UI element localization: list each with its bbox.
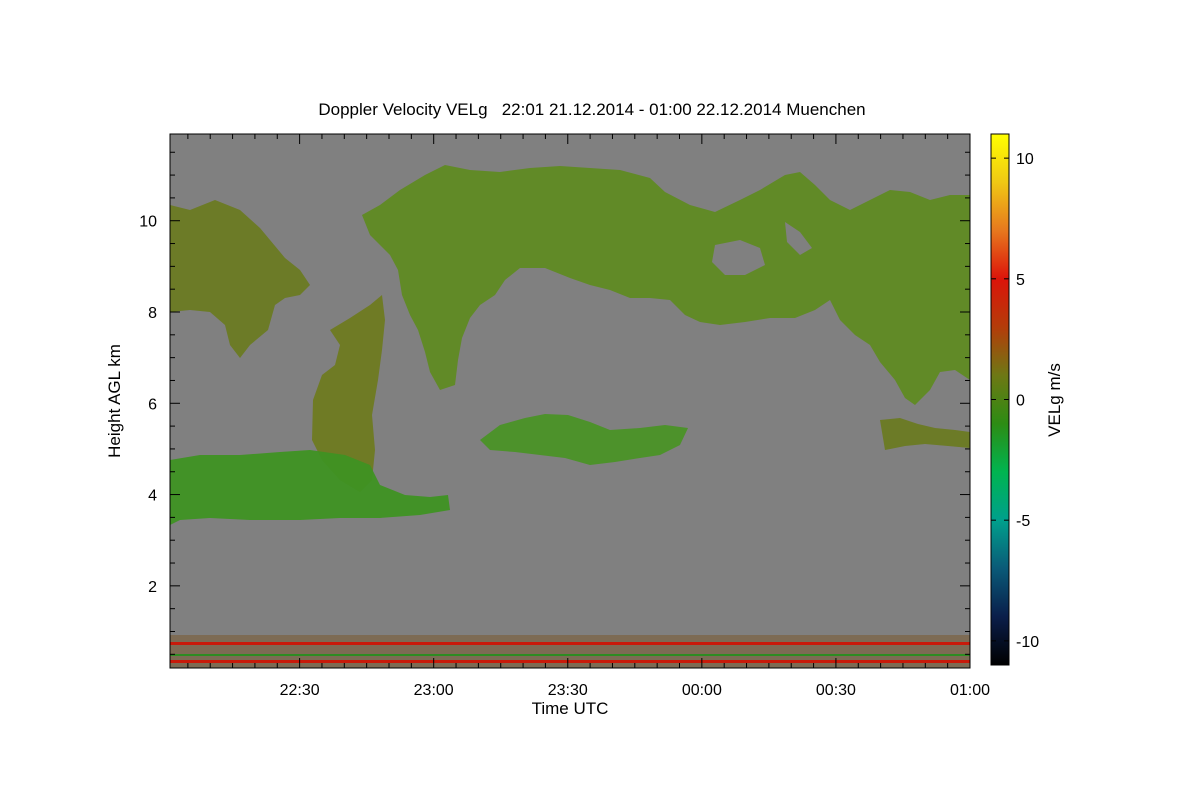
- x-tick-label: 22:30: [280, 682, 320, 699]
- surface-clutter: [170, 635, 970, 668]
- clutter-line-green: [170, 654, 970, 656]
- colorbar-label: VELg m/s: [1045, 363, 1064, 437]
- x-tick-label: 01:00: [950, 682, 990, 699]
- y-tick-label: 2: [148, 579, 157, 596]
- colorbar-tick-label: -10: [1016, 634, 1039, 651]
- y-axis-label: Height AGL km: [105, 344, 124, 458]
- x-tick-label: 00:30: [816, 682, 856, 699]
- colorbar-tick-label: 0: [1016, 393, 1025, 410]
- x-tick-label: 23:30: [548, 682, 588, 699]
- colorbar-tick-label: 5: [1016, 272, 1025, 289]
- clutter-line-red: [170, 642, 970, 645]
- colorbar-tick-label: -5: [1016, 513, 1030, 530]
- y-tick-label: 10: [139, 214, 157, 231]
- chart-title: Doppler Velocity VELg 22:01 21.12.2014 -…: [318, 100, 865, 119]
- x-tick-label: 00:00: [682, 682, 722, 699]
- x-axis-label: Time UTC: [532, 699, 609, 718]
- doppler-velocity-chart: Doppler Velocity VELg 22:01 21.12.2014 -…: [105, 100, 1064, 718]
- y-tick-label: 6: [148, 396, 157, 413]
- y-tick-label: 8: [148, 305, 157, 322]
- clutter-line-red: [170, 660, 970, 663]
- x-tick-label: 23:00: [414, 682, 454, 699]
- y-tick-label: 4: [148, 488, 157, 505]
- colorbar-tick-label: 10: [1016, 151, 1034, 168]
